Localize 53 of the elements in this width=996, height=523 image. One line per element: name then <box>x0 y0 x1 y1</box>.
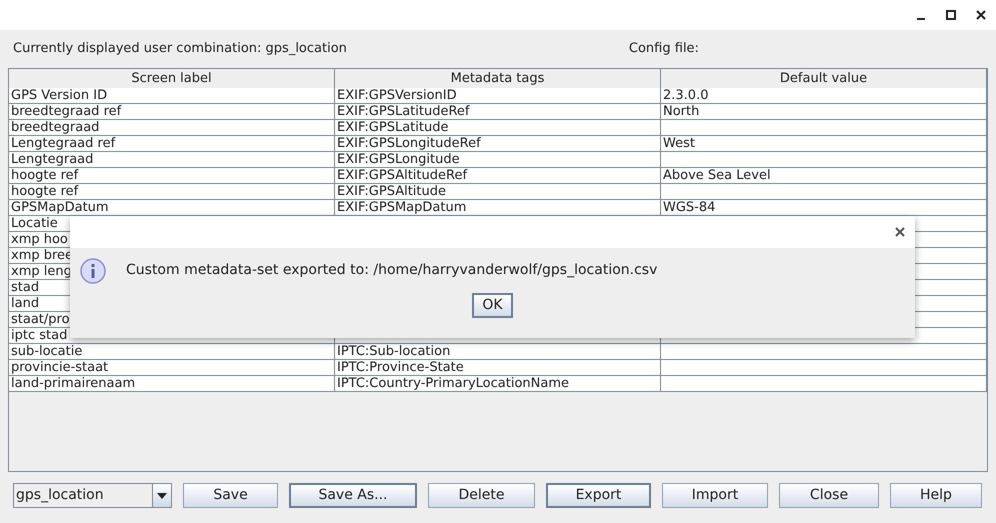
table-cell: breedtegraad ref <box>11 104 122 119</box>
table-cell: provincie-staat <box>11 360 108 375</box>
table-cell: staat/pro <box>11 312 70 327</box>
dialog-button[interactable]: Save <box>183 483 278 508</box>
dialog-button[interactable]: Export <box>546 483 651 508</box>
table-cell: IPTC:Country-PrimaryLocationName <box>337 376 569 391</box>
table-cell: IPTC:Province-State <box>337 360 464 375</box>
dialog-button[interactable]: Import <box>662 483 768 508</box>
dropdown-arrow-icon <box>157 492 167 498</box>
table-cell: EXIF:GPSLatitude <box>337 120 448 135</box>
table-cell: EXIF:GPSLongitudeRef <box>337 136 481 151</box>
info-icon <box>80 258 106 284</box>
table-cell: EXIF:GPSMapDatum <box>337 200 466 215</box>
table-cell: EXIF:GPSLongitude <box>337 152 460 167</box>
table-cell: EXIF:GPSAltitudeRef <box>337 168 468 183</box>
table-cell: xmp hoo <box>11 232 68 247</box>
table-cell: hoogte ref <box>11 184 78 199</box>
table-cell: hoogte ref <box>11 168 78 183</box>
table-cell: Locatie <box>11 216 58 231</box>
table-cell: land <box>11 296 40 311</box>
dialog-button[interactable]: Close <box>779 483 879 508</box>
table-cell: sub-locatie <box>11 344 82 359</box>
table-cell: WGS-84 <box>663 200 716 215</box>
combination-dropdown[interactable]: gps_location <box>13 483 172 508</box>
column-header[interactable]: Screen label <box>9 69 335 88</box>
table-cell: land-primairenaam <box>11 376 136 391</box>
config-label: Config file: <box>628 40 699 58</box>
close-icon[interactable] <box>895 227 905 237</box>
table-cell: IPTC:Sub-location <box>337 344 450 359</box>
combination-label: Currently displayed user combination: gps_location <box>13 40 347 58</box>
table-cell: Above Sea Level <box>663 168 771 183</box>
table-cell: West <box>663 136 695 151</box>
table-cell: EXIF:GPSVersionID <box>337 88 457 103</box>
dialog-message: Custom metadata-set exported to: /home/harryvanderwolf/gps_location.csv <box>126 261 658 280</box>
table-cell: EXIF:GPSLatitudeRef <box>337 104 470 119</box>
table-cell: EXIF:GPSAltitude <box>337 184 446 199</box>
table-cell: Lengtegraad <box>11 152 94 167</box>
table-cell: North <box>663 104 700 119</box>
column-header[interactable]: Metadata tags <box>335 69 661 88</box>
table-cell: Lengtegraad ref <box>11 136 116 151</box>
table-cell: GPS Version ID <box>11 88 108 103</box>
dialog-button[interactable]: Delete <box>428 483 535 508</box>
table-cell: stad <box>11 280 40 295</box>
table-cell: GPSMapDatum <box>11 200 109 215</box>
maximize-icon[interactable] <box>946 10 956 20</box>
table-cell: iptc stad <box>11 328 68 343</box>
dialog-button[interactable]: Help <box>890 483 982 508</box>
table-cell: breedtegraad <box>11 120 100 135</box>
close-icon[interactable] <box>976 10 986 20</box>
table-cell: 2.3.0.0 <box>663 88 708 103</box>
dialog-button[interactable]: Save As... <box>289 483 417 508</box>
ok-button[interactable]: OK <box>472 293 513 318</box>
column-header[interactable]: Default value <box>661 69 987 88</box>
